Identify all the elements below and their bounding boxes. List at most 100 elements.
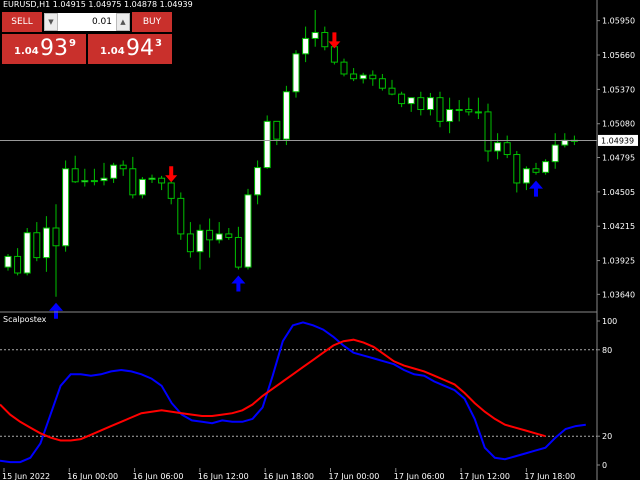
- sell-button[interactable]: SELL: [2, 12, 42, 32]
- candle-body: [129, 168, 137, 196]
- candle-body: [42, 227, 50, 259]
- time-tick-label: 15 Jun 2022: [2, 472, 50, 480]
- price-tick-label: 1.04795: [602, 154, 635, 163]
- candle-body: [494, 142, 502, 152]
- buy-price-main: 94: [126, 36, 154, 61]
- lot-decrease-icon[interactable]: ▼: [44, 13, 58, 31]
- price-tick-label: 1.03925: [602, 257, 635, 266]
- candle-body: [244, 194, 252, 268]
- candle-body: [254, 167, 262, 196]
- time-tick-label: 16 Jun 06:00: [133, 472, 184, 480]
- price-tick-label: 1.05080: [602, 120, 635, 129]
- candle-body: [407, 97, 415, 105]
- candle-body: [273, 120, 281, 140]
- candle-body: [388, 87, 396, 95]
- candle-body: [119, 164, 127, 170]
- candle-body: [167, 182, 175, 199]
- candle-body: [158, 177, 166, 184]
- candle-body: [81, 180, 89, 183]
- indicator-blue-line: [0, 321, 586, 464]
- candle-body: [426, 97, 434, 111]
- buy-button[interactable]: BUY: [132, 12, 172, 32]
- candle-body: [14, 255, 22, 274]
- candle-body: [484, 111, 492, 152]
- candle-body: [369, 74, 377, 80]
- time-tick-label: 17 Jun 06:00: [394, 472, 445, 480]
- candle-body: [311, 32, 319, 39]
- candle-body: [4, 255, 12, 268]
- indicator-red-line: [0, 338, 546, 442]
- lot-size-control: ▼ ▲: [44, 13, 130, 31]
- price-tick-label: 1.05950: [602, 17, 635, 26]
- candle-body: [292, 53, 300, 93]
- time-tick-label: 17 Jun 18:00: [524, 472, 575, 480]
- current-price-label: 1.04939: [601, 136, 634, 145]
- candle-body: [138, 178, 146, 196]
- candle-body: [446, 109, 454, 122]
- candle-body: [359, 74, 367, 80]
- candle-body: [503, 142, 511, 156]
- sell-price-fraction: 9: [69, 38, 76, 49]
- candle-body: [513, 154, 521, 184]
- chart-title: EURUSD,H1 1.04915 1.04975 1.04878 1.0493…: [3, 0, 193, 9]
- candle-body: [177, 197, 185, 235]
- candle-body: [215, 233, 223, 241]
- candle-body: [398, 93, 406, 105]
- candle-body: [330, 46, 338, 63]
- candle-body: [196, 229, 204, 253]
- time-tick-label: 17 Jun 00:00: [329, 472, 380, 480]
- price-tick-label: 1.04215: [602, 222, 635, 231]
- candle-body: [62, 168, 70, 247]
- lot-increase-icon[interactable]: ▲: [116, 13, 130, 31]
- candle-body: [465, 109, 473, 113]
- buy-price-button[interactable]: 1.04 94 3: [88, 34, 172, 64]
- candle-body: [436, 97, 444, 122]
- indicator-axis: 100 80 20 0: [597, 317, 617, 470]
- candle-body: [225, 233, 233, 238]
- indicator-tick-label: 100: [602, 317, 617, 326]
- price-tick-label: 1.03640: [602, 290, 635, 299]
- indicator-tick-label: 0: [602, 461, 607, 470]
- candle-body: [206, 229, 214, 241]
- buy-signal-arrow: [231, 275, 246, 292]
- sell-price-main: 93: [40, 36, 68, 61]
- candle-body: [52, 227, 60, 247]
- sell-signal-arrow: [328, 32, 341, 49]
- time-tick-label: 16 Jun 18:00: [263, 472, 314, 480]
- price-axis: 1.05950 1.05660 1.05370 1.05080 1.04795 1.045…: [597, 17, 635, 299]
- candle-body: [417, 97, 425, 111]
- candle-body: [378, 78, 386, 89]
- buy-signal-arrow: [529, 180, 543, 197]
- candle-body: [282, 91, 290, 140]
- candle-body: [561, 139, 569, 146]
- time-axis: 15 Jun 2022 16 Jun 00:00 16 Jun 06:00 16 Ju…: [2, 468, 575, 480]
- candle-body: [455, 109, 463, 112]
- candle-body: [340, 61, 348, 75]
- candle-body: [350, 73, 358, 80]
- indicator-tick-label: 20: [602, 432, 612, 441]
- price-tick-label: 1.05660: [602, 51, 635, 60]
- candle-body: [234, 236, 242, 268]
- buy-price-fraction: 3: [155, 38, 162, 49]
- price-tick-label: 1.04505: [602, 188, 635, 197]
- indicator-chart[interactable]: [0, 321, 597, 464]
- candle-body: [542, 161, 550, 173]
- candle-body: [23, 232, 31, 274]
- candle-body: [33, 232, 41, 259]
- chart-canvas: 1.05950 1.05660 1.05370 1.05080 1.04795 1.045…: [0, 0, 638, 480]
- candle-body: [100, 177, 108, 182]
- lot-size-input[interactable]: [60, 13, 114, 31]
- time-tick-label: 16 Jun 12:00: [198, 472, 249, 480]
- candle-body: [186, 233, 194, 253]
- candle-body: [532, 168, 540, 173]
- candle-body: [263, 120, 271, 169]
- price-tick-label: 1.05370: [602, 85, 635, 94]
- sell-price-button[interactable]: 1.04 93 9: [2, 34, 86, 64]
- candle-body: [71, 168, 79, 183]
- time-tick-label: 16 Jun 00:00: [67, 472, 118, 480]
- one-click-trading-panel: SELL ▼ ▲ BUY 1.04 93 9 1.04 94 3: [0, 12, 174, 64]
- sell-signal-arrow: [165, 166, 178, 183]
- candle-body: [148, 177, 156, 180]
- candle-body: [321, 32, 329, 48]
- buy-price-prefix: 1.04: [100, 46, 125, 57]
